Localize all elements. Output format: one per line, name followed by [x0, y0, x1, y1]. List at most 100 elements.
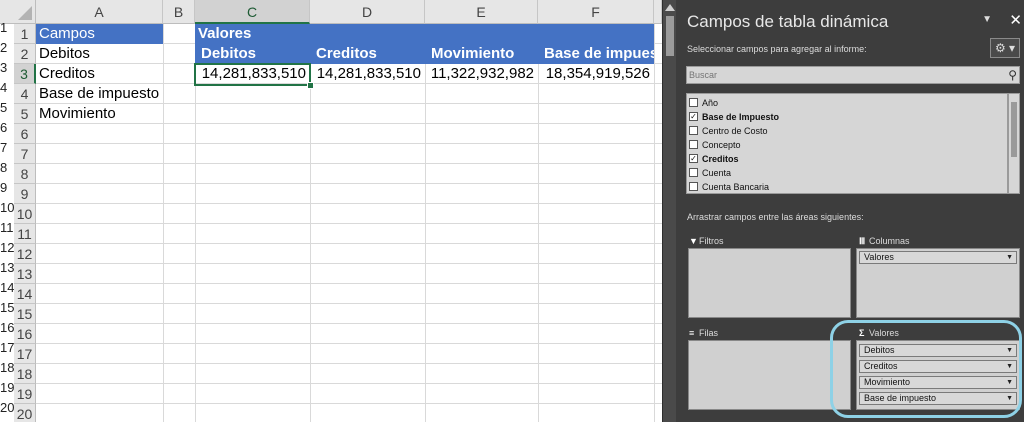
cell-a2[interactable]: Debitos — [36, 44, 163, 64]
row-header-4[interactable]: 4 — [14, 84, 36, 104]
spreadsheet-grid[interactable]: A B C D E F 1 1 2 2 3 3 4 4 5 5 6 6 7 7 8 8 9 9 10 10 11 11 12… — [0, 0, 662, 422]
grid-row — [36, 324, 662, 344]
drag-hint: Arrastrar campos entre las áreas siguien… — [687, 212, 864, 222]
scrollbar-thumb[interactable] — [666, 16, 674, 56]
search-icon[interactable]: ⚲ — [1008, 68, 1017, 82]
checkbox-icon[interactable] — [689, 182, 698, 191]
field-item[interactable]: Año — [687, 96, 1007, 110]
grid-row — [36, 384, 662, 404]
pill-label: Valores — [864, 252, 894, 262]
row-header-17[interactable]: 17 — [14, 344, 36, 364]
field-label: Cuenta — [702, 168, 732, 178]
row-header-16[interactable]: 16 — [14, 324, 36, 344]
search-input[interactable] — [687, 67, 1001, 83]
scroll-up-icon[interactable] — [665, 4, 675, 11]
fill-handle[interactable] — [307, 82, 314, 89]
gridline — [654, 24, 655, 422]
row-header-12[interactable]: 12 — [14, 244, 36, 264]
column-header-e[interactable]: E — [425, 0, 538, 24]
field-item[interactable]: Cuenta — [687, 166, 1007, 180]
row-header-10[interactable]: 10 — [14, 204, 36, 224]
checkbox-icon[interactable] — [689, 140, 698, 149]
row-number-ghost: 6 — [0, 120, 8, 135]
cell-a5[interactable]: Movimiento — [36, 104, 163, 124]
checkbox-icon[interactable] — [689, 168, 698, 177]
row-header-18[interactable]: 18 — [14, 364, 36, 384]
field-item[interactable]: Cuenta Bancaria — [687, 180, 1007, 193]
field-item[interactable]: ✓ Base de Impuesto — [687, 110, 1007, 124]
row-header-3[interactable]: 3 — [14, 64, 36, 84]
pivot-header-creditos[interactable]: Creditos — [310, 44, 425, 64]
row-header-9[interactable]: 9 — [14, 184, 36, 204]
checkbox-icon[interactable] — [689, 98, 698, 107]
close-icon[interactable]: ✕ — [1009, 11, 1022, 29]
columns-label: Columnas — [869, 236, 910, 246]
rows-area-header: ≡ Filas — [689, 328, 718, 338]
panel-options-caret-icon[interactable]: ▼ — [982, 14, 992, 25]
checkbox-icon[interactable] — [689, 126, 698, 135]
field-list-scrollbar-thumb[interactable] — [1011, 102, 1017, 157]
cell-d3[interactable]: 14,281,833,510 — [310, 64, 425, 84]
grid-row — [36, 304, 662, 324]
row-header-7[interactable]: 7 — [14, 144, 36, 164]
field-list[interactable]: Año ✓ Base de Impuesto Centro de Costo Conce… — [686, 93, 1008, 194]
field-label: Concepto — [702, 140, 741, 150]
chevron-down-icon[interactable]: ▼ — [1006, 252, 1013, 263]
filters-drop-area[interactable] — [688, 248, 851, 318]
row-header-6[interactable]: 6 — [14, 124, 36, 144]
grid-row — [36, 204, 662, 224]
row-number-ghost: 10 — [0, 200, 14, 215]
column-pill-valores[interactable]: Valores ▼ — [859, 251, 1017, 264]
row-number-ghost: 16 — [0, 320, 14, 335]
row-header-13[interactable]: 13 — [14, 264, 36, 284]
pivot-header-base-impuesto[interactable]: Base de impuesto — [538, 44, 654, 64]
row-header-8[interactable]: 8 — [14, 164, 36, 184]
cell-f3[interactable]: 18,354,919,526 — [538, 64, 654, 84]
column-header-f[interactable]: F — [538, 0, 654, 24]
cell-a1[interactable]: Campos — [36, 24, 163, 44]
row-header-19[interactable]: 19 — [14, 384, 36, 404]
pivot-values-header[interactable]: Valores — [195, 24, 654, 44]
row-header-2[interactable]: 2 — [14, 44, 36, 64]
column-header-a[interactable]: A — [36, 0, 163, 24]
column-header-d[interactable]: D — [310, 0, 425, 24]
grid-row — [36, 164, 662, 184]
grid-row — [36, 364, 662, 384]
pivot-header-debitos[interactable]: Debitos — [195, 44, 310, 64]
row-number-ghost: 19 — [0, 380, 14, 395]
field-label: Base de Impuesto — [702, 112, 780, 122]
row-number-ghost: 5 — [0, 100, 8, 115]
columns-area-header: Ⅲ Columnas — [859, 236, 910, 247]
row-header-11[interactable]: 11 — [14, 224, 36, 244]
row-number-ghost: 11 — [0, 220, 14, 235]
row-number-ghost: 1 — [0, 20, 8, 35]
field-item[interactable]: Centro de Costo — [687, 124, 1007, 138]
checkbox-checked-icon[interactable]: ✓ — [689, 154, 698, 163]
row-header-5[interactable]: 5 — [14, 104, 36, 124]
active-cell-selection — [194, 63, 311, 86]
checkbox-checked-icon[interactable]: ✓ — [689, 112, 698, 121]
pivot-header-movimiento[interactable]: Movimiento — [425, 44, 538, 64]
search-box[interactable]: ⚲ — [686, 66, 1020, 84]
field-list-scrollbar[interactable] — [1008, 93, 1020, 194]
grid-row — [36, 404, 662, 422]
row-number-ghost: 15 — [0, 300, 14, 315]
column-header-c[interactable]: C — [195, 0, 310, 24]
grid-row — [36, 284, 662, 304]
row-number-ghost: 14 — [0, 280, 14, 295]
rows-drop-area[interactable] — [688, 340, 851, 410]
cell-a3[interactable]: Creditos — [36, 64, 163, 84]
column-header-b[interactable]: B — [163, 0, 195, 24]
cell-a4[interactable]: Base de impuesto — [36, 84, 163, 104]
gear-icon[interactable]: ⚙ ▾ — [990, 38, 1020, 58]
row-header-1[interactable]: 1 — [14, 24, 36, 44]
vertical-scrollbar[interactable] — [662, 0, 677, 422]
cell-e3[interactable]: 11,322,932,982 — [425, 64, 538, 84]
field-item[interactable]: ✓ Creditos — [687, 152, 1007, 166]
columns-drop-area[interactable]: Valores ▼ — [856, 248, 1020, 318]
row-header-20[interactable]: 20 — [14, 404, 36, 422]
field-item[interactable]: Concepto — [687, 138, 1007, 152]
row-header-14[interactable]: 14 — [14, 284, 36, 304]
column-header-g[interactable] — [654, 0, 662, 24]
row-header-15[interactable]: 15 — [14, 304, 36, 324]
